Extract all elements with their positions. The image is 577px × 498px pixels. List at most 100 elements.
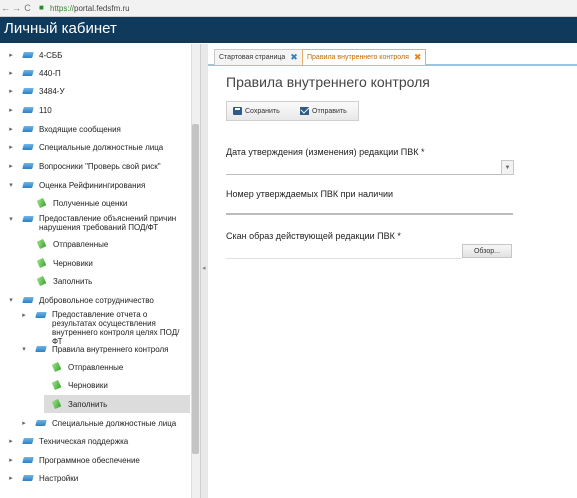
tree-item-report[interactable]: ▸ Предоставление отчета о результатах осу… <box>20 308 182 346</box>
tree-item-label: Программное обеспечение <box>39 455 140 465</box>
tab-strip: Стартовая страница ✖ Правила внутреннего … <box>208 47 577 66</box>
tree-item-rating[interactable]: ▾ Оценка Рейфинингирования <box>7 176 145 194</box>
scan-field-label: Скан образ действующей редакции ПВК * <box>226 231 401 241</box>
date-field[interactable] <box>226 160 513 175</box>
close-icon[interactable]: ✖ <box>414 52 422 63</box>
leaf-icon <box>52 381 62 389</box>
folder-icon <box>23 51 33 59</box>
leaf-icon <box>37 240 47 248</box>
expand-arrow-icon[interactable]: ▸ <box>7 456 15 464</box>
tree-item-fill[interactable]: Заполнить <box>29 272 92 290</box>
tab-label: Правила внутреннего контроля <box>307 54 409 61</box>
tree-item-label: 4-СББ <box>39 50 63 60</box>
tree-item-fill-selected[interactable]: Заполнить <box>44 395 190 413</box>
lock-icon: ■ <box>39 3 44 12</box>
tree-item-incoming[interactable]: ▸ Входящие сообщения <box>7 120 121 138</box>
tree-item-label: Черновики <box>53 258 93 268</box>
send-button-label: Отправить <box>312 107 347 115</box>
tab-internal-control-rules[interactable]: Правила внутреннего контроля ✖ <box>302 49 427 65</box>
leaf-icon <box>37 259 47 267</box>
chevron-down-icon[interactable]: ▼ <box>501 160 514 175</box>
tree-item-label: Специальные должностные лица <box>52 418 177 428</box>
tree-item-special-officials-2[interactable]: ▸ Специальные должностные лица <box>20 414 176 432</box>
tree-item-received-ratings[interactable]: Полученные оценки <box>29 194 127 212</box>
expand-arrow-icon[interactable]: ▸ <box>7 474 15 482</box>
folder-icon <box>23 69 33 77</box>
expand-arrow-icon[interactable]: ▸ <box>7 437 15 445</box>
collapse-arrow-icon[interactable]: ▾ <box>7 181 15 189</box>
tree-item-sent[interactable]: Отправленные <box>44 358 123 376</box>
envelope-icon <box>300 107 309 115</box>
expand-arrow-icon[interactable]: ▸ <box>20 308 28 319</box>
tree-item-sent[interactable]: Отправленные <box>29 235 108 253</box>
tree-item-440p[interactable]: ▸ 440-П <box>7 64 61 82</box>
tree-item-special-officials[interactable]: ▸ Специальные должностные лица <box>7 138 163 156</box>
sidebar-scrollbar-thumb[interactable] <box>192 124 199 454</box>
folder-icon <box>23 181 33 189</box>
forward-icon[interactable]: → <box>11 3 22 13</box>
tree-item-110[interactable]: ▸ 110 <box>7 101 52 119</box>
browse-button[interactable]: Обзор... <box>462 244 512 258</box>
expand-arrow-icon[interactable]: ▸ <box>7 162 15 170</box>
tree-item-support[interactable]: ▸ Техническая поддержка <box>7 432 128 450</box>
page-title: Правила внутреннего контроля <box>226 74 430 90</box>
scan-file-field[interactable] <box>226 244 462 259</box>
expand-arrow-icon[interactable]: ▸ <box>7 125 15 133</box>
folder-icon <box>23 215 33 223</box>
reload-icon[interactable]: C <box>22 3 33 13</box>
tree-item-settings[interactable]: ▸ Настройки <box>7 469 78 487</box>
folder-icon <box>23 456 33 464</box>
tree-item-label: Черновики <box>68 380 108 390</box>
tree-item-4-sbb[interactable]: ▸ 4-СББ <box>7 46 62 64</box>
date-field-label: Дата утверждения (изменения) редакции ПВ… <box>226 147 425 157</box>
url-protocol: https:// <box>50 3 75 13</box>
expand-arrow-icon[interactable]: ▸ <box>7 106 15 114</box>
tree-item-questionnaires[interactable]: ▸ Вопросники "Проверь свой риск" <box>7 157 161 175</box>
tree-item-3484u[interactable]: ▸ 3484-У <box>7 82 64 100</box>
tree-item-label: Отправленные <box>68 362 124 372</box>
tree-item-label: Оценка Рейфинингирования <box>39 180 146 190</box>
folder-icon <box>23 87 33 95</box>
tree-item-internal-control-rules[interactable]: ▾ Правила внутреннего контроля <box>20 340 168 358</box>
form-toolbar: Сохранить Отправить <box>226 101 359 121</box>
tree-item-label: Добровольное сотрудничество <box>39 295 154 305</box>
tree-item-drafts[interactable]: Черновики <box>29 254 93 272</box>
tree-item-label: 440-П <box>39 68 61 78</box>
save-button[interactable]: Сохранить <box>233 105 280 117</box>
collapse-arrow-icon[interactable]: ▾ <box>7 212 15 223</box>
number-field-label: Номер утверждаемых ПВК при наличии <box>226 189 394 199</box>
tree-item-label: Правила внутреннего контроля <box>52 344 169 354</box>
folder-icon <box>23 437 33 445</box>
tree-item-voluntary[interactable]: ▾ Добровольное сотрудничество <box>7 291 154 309</box>
tree-item-label: Предоставление объяснений причин нарушен… <box>39 214 177 232</box>
field-divider <box>226 214 513 215</box>
address-bar[interactable]: https://portal.fedsfm.ru <box>50 4 130 13</box>
collapse-arrow-icon[interactable]: ▾ <box>7 296 15 304</box>
save-button-label: Сохранить <box>245 107 280 115</box>
expand-arrow-icon[interactable]: ▸ <box>7 69 15 77</box>
expand-arrow-icon[interactable]: ▸ <box>7 87 15 95</box>
folder-icon <box>23 106 33 114</box>
tree-item-software[interactable]: ▸ Программное обеспечение <box>7 451 140 469</box>
tab-start-page[interactable]: Стартовая страница ✖ <box>214 49 303 65</box>
back-icon[interactable]: ← <box>0 3 11 13</box>
close-icon[interactable]: ✖ <box>290 52 298 63</box>
collapse-arrow-icon[interactable]: ▾ <box>20 345 28 353</box>
folder-icon <box>23 125 33 133</box>
tree-item-label: 110 <box>39 105 52 115</box>
url-host: portal.fedsfm.ru <box>74 3 130 13</box>
tree-item-label: Заполнить <box>53 276 93 286</box>
send-button[interactable]: Отправить <box>300 105 347 117</box>
splitter-grip-icon[interactable]: ◂ <box>202 264 206 272</box>
number-field[interactable] <box>226 202 513 214</box>
tree-item-drafts[interactable]: Черновики <box>44 376 108 394</box>
sidebar-tree: ▸ 4-СББ ▸ 440-П ▸ 3484-У ▸ 110 ▸ Входящие соо… <box>0 44 200 498</box>
tree-item-label: Вопросники "Проверь свой риск" <box>39 161 161 171</box>
expand-arrow-icon[interactable]: ▸ <box>7 143 15 151</box>
expand-arrow-icon[interactable]: ▸ <box>20 419 28 427</box>
folder-icon <box>23 296 33 304</box>
expand-arrow-icon[interactable]: ▸ <box>7 51 15 59</box>
browser-toolbar: ← → C ■ https://portal.fedsfm.ru <box>0 0 577 17</box>
leaf-icon <box>37 277 47 285</box>
folder-icon <box>23 162 33 170</box>
